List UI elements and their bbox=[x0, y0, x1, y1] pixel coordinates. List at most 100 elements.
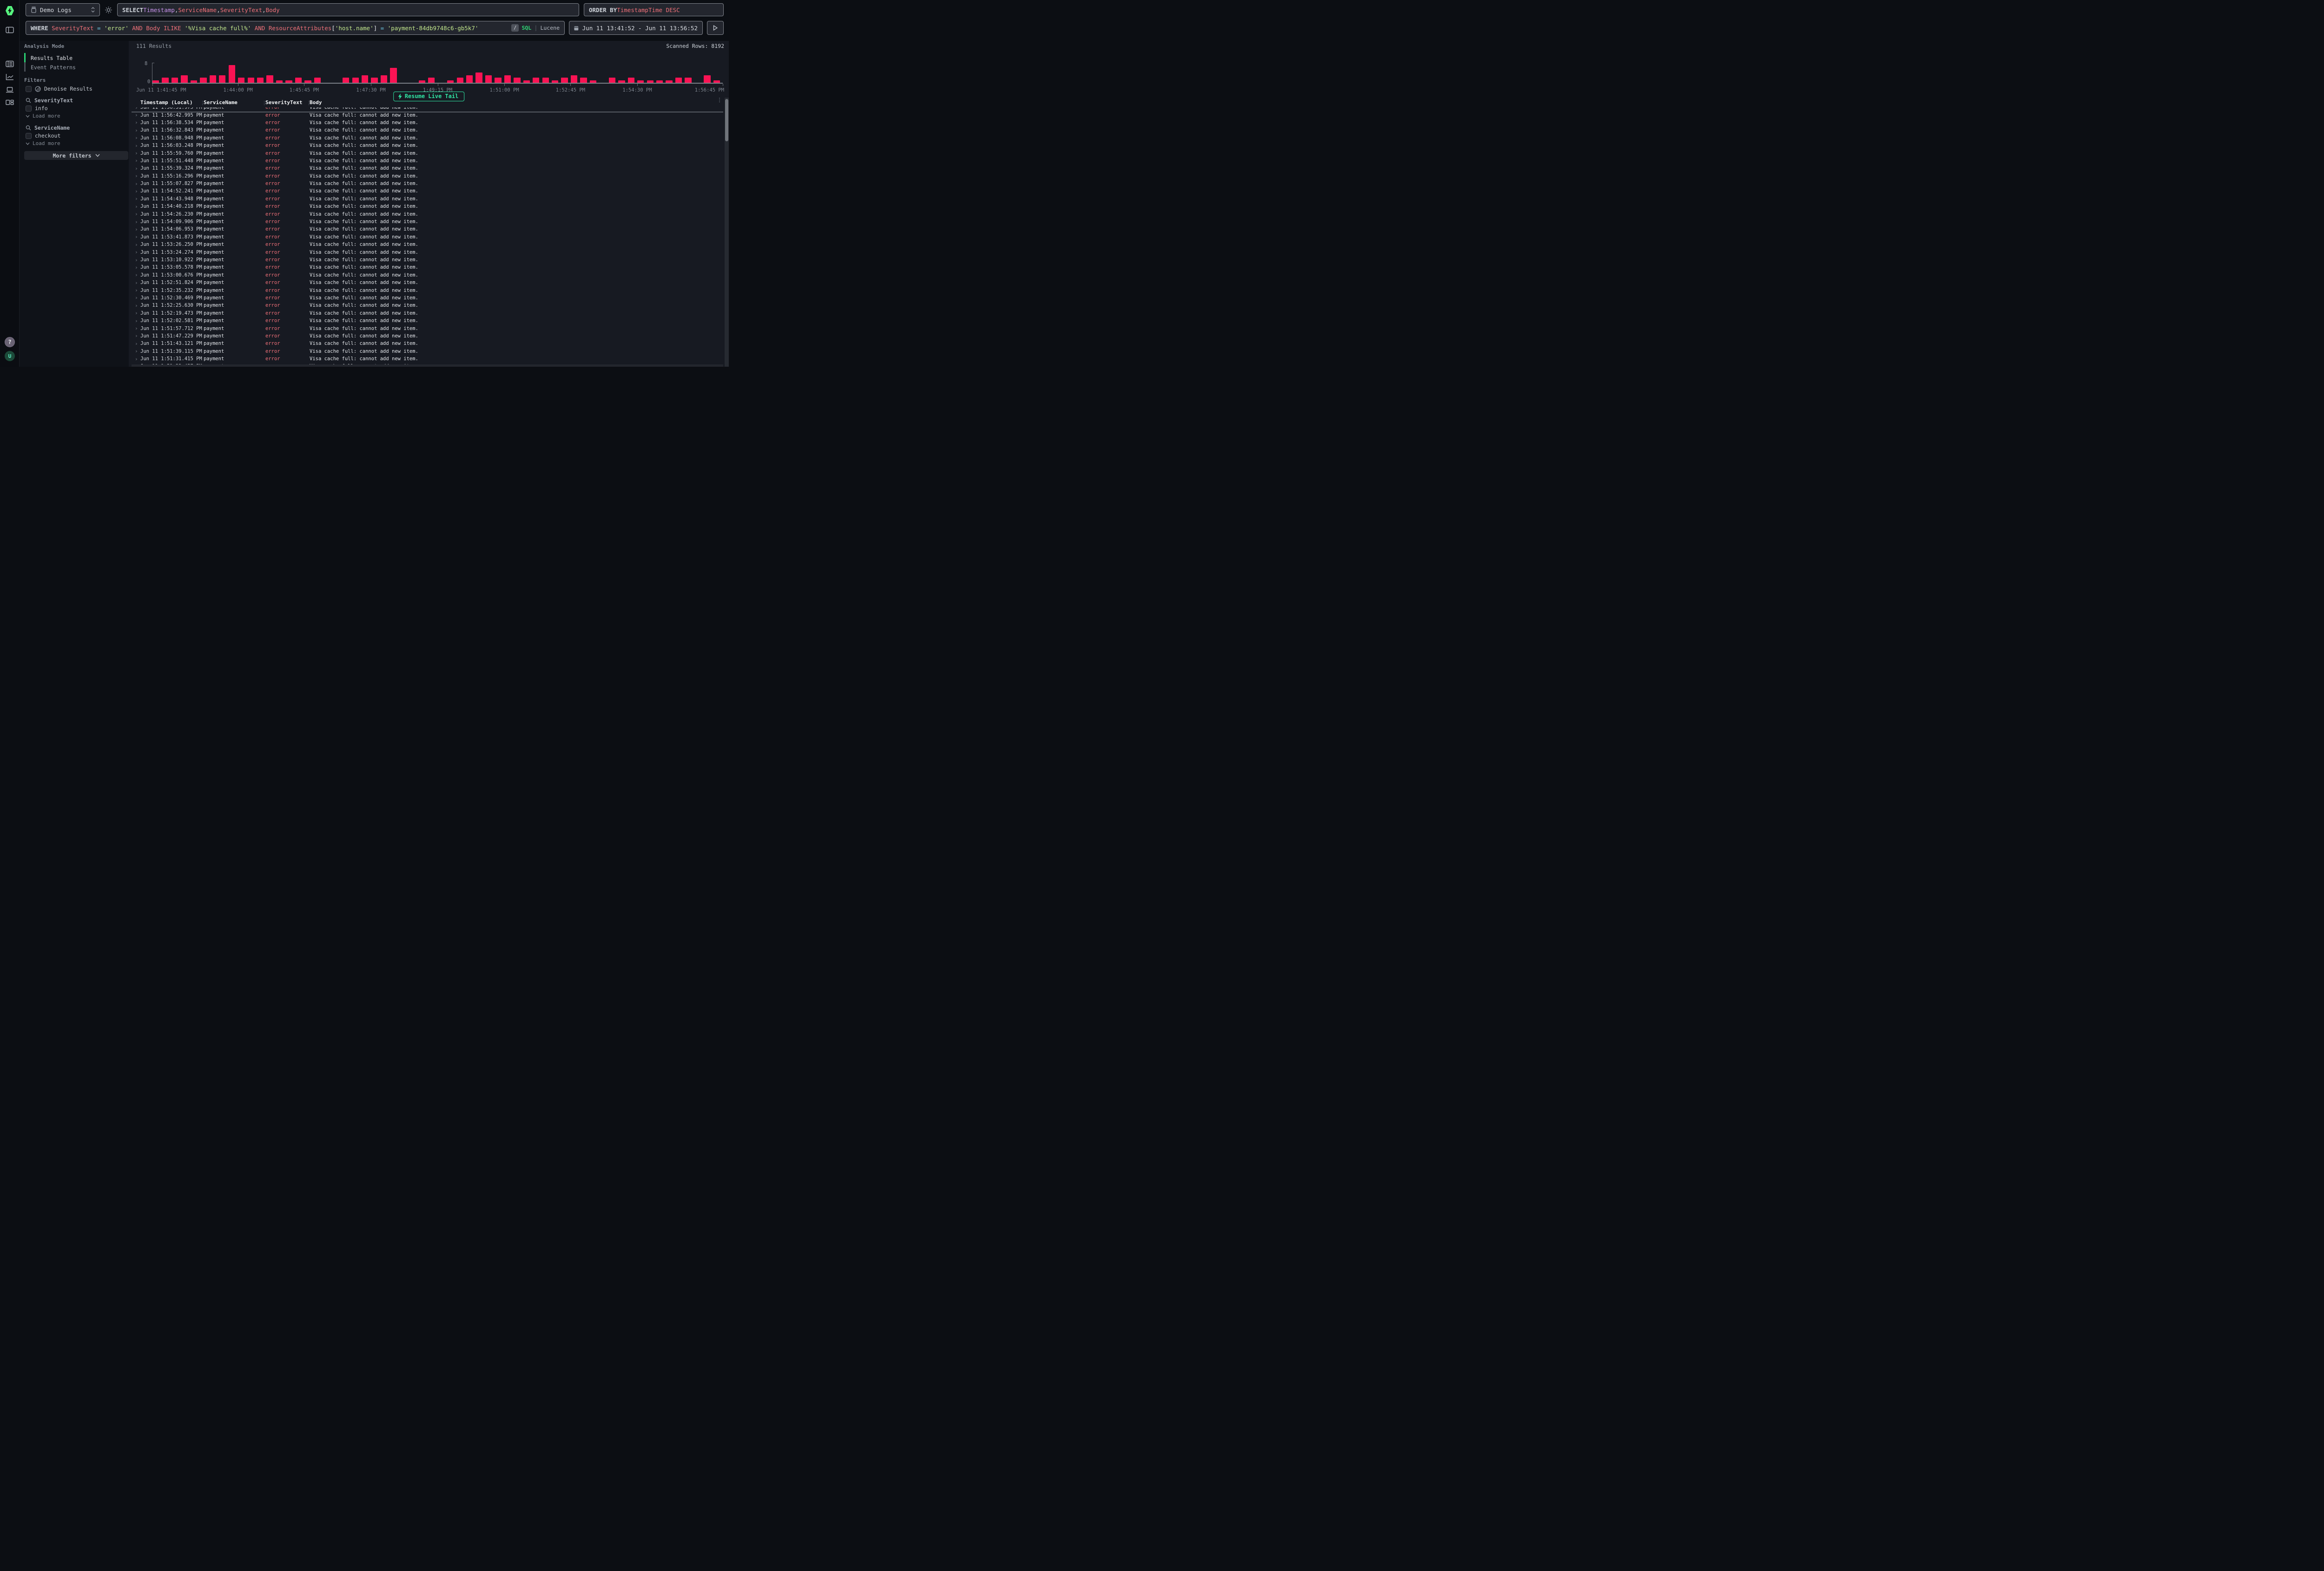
row-expand-chevron[interactable]: › bbox=[135, 196, 140, 202]
histogram-bar[interactable] bbox=[457, 78, 463, 83]
histogram-bar[interactable] bbox=[475, 73, 482, 83]
row-expand-chevron[interactable]: › bbox=[135, 135, 140, 141]
histogram-bar[interactable] bbox=[675, 78, 682, 83]
histogram-bar[interactable] bbox=[172, 78, 178, 83]
histogram-bar[interactable] bbox=[390, 68, 396, 83]
table-row[interactable]: ›Jun 11 1:54:40.218 PMpaymenterrorVisa c… bbox=[129, 203, 723, 210]
table-row[interactable]: ›Jun 11 1:52:30.469 PMpaymenterrorVisa c… bbox=[129, 294, 723, 302]
histogram-bar[interactable] bbox=[181, 75, 187, 83]
table-row[interactable]: ›Jun 11 1:53:26.250 PMpaymenterrorVisa c… bbox=[129, 241, 723, 248]
table-row[interactable]: ›Jun 11 1:52:35.232 PMpaymenterrorVisa c… bbox=[129, 286, 723, 294]
column-header-servicename[interactable]: ServiceName bbox=[204, 99, 265, 107]
table-row[interactable]: ›Jun 11 1:53:24.274 PMpaymenterrorVisa c… bbox=[129, 248, 723, 256]
row-expand-chevron[interactable]: › bbox=[135, 181, 140, 187]
histogram-bar[interactable] bbox=[219, 75, 225, 83]
table-row[interactable]: ›Jun 11 1:53:10.922 PMpaymenterrorVisa c… bbox=[129, 256, 723, 264]
search-logs-icon[interactable] bbox=[6, 60, 14, 67]
select-query-input[interactable]: SELECT Timestamp, ServiceName, SeverityT… bbox=[117, 3, 579, 16]
histogram-bar[interactable] bbox=[609, 78, 615, 83]
chart-explorer-icon[interactable] bbox=[6, 73, 14, 80]
histogram-bar[interactable] bbox=[229, 65, 235, 83]
vertical-scrollbar[interactable] bbox=[725, 98, 729, 367]
row-expand-chevron[interactable]: › bbox=[135, 127, 140, 133]
row-expand-chevron[interactable]: › bbox=[135, 158, 140, 164]
table-row[interactable]: ›Jun 11 1:51:57.712 PMpaymenterrorVisa c… bbox=[129, 324, 723, 332]
row-expand-chevron[interactable]: › bbox=[135, 280, 140, 286]
row-expand-chevron[interactable]: › bbox=[135, 204, 140, 210]
histogram-bar[interactable] bbox=[561, 78, 568, 83]
histogram-bar[interactable] bbox=[248, 78, 254, 83]
histogram-bar[interactable] bbox=[210, 75, 216, 83]
table-row[interactable]: ›Jun 11 1:55:07.827 PMpaymenterrorVisa c… bbox=[129, 180, 723, 187]
row-expand-chevron[interactable]: › bbox=[135, 219, 140, 225]
row-expand-chevron[interactable]: › bbox=[135, 264, 140, 271]
row-expand-chevron[interactable]: › bbox=[135, 303, 140, 309]
source-selector[interactable]: Demo Logs bbox=[26, 3, 100, 16]
sql-mode-option[interactable]: SQL bbox=[522, 25, 531, 31]
row-expand-chevron[interactable]: › bbox=[135, 234, 140, 240]
row-expand-chevron[interactable]: › bbox=[135, 356, 140, 362]
histogram-bar[interactable] bbox=[162, 78, 168, 83]
histogram-bar[interactable] bbox=[542, 78, 549, 83]
tab-event-patterns[interactable]: Event Patterns bbox=[31, 64, 76, 71]
row-expand-chevron[interactable]: › bbox=[135, 325, 140, 331]
row-expand-chevron[interactable]: › bbox=[135, 188, 140, 194]
table-row[interactable]: ›Jun 11 1:56:51.975 PMpaymenterrorVisa c… bbox=[129, 107, 723, 111]
histogram-bar[interactable] bbox=[343, 78, 349, 83]
histogram-bar[interactable] bbox=[466, 75, 473, 83]
help-button[interactable]: ? bbox=[5, 337, 15, 347]
sidebar-toggle-icon[interactable] bbox=[6, 26, 14, 33]
lucene-mode-option[interactable]: Lucene bbox=[540, 25, 560, 31]
run-query-button[interactable] bbox=[707, 21, 724, 35]
row-expand-chevron[interactable]: › bbox=[135, 318, 140, 324]
row-expand-chevron[interactable]: › bbox=[135, 257, 140, 263]
histogram-bar[interactable] bbox=[495, 78, 501, 83]
column-resize-handle[interactable]: ⋮ bbox=[306, 100, 311, 106]
dashboards-icon[interactable] bbox=[6, 99, 14, 106]
histogram-bar[interactable] bbox=[628, 78, 634, 83]
row-expand-chevron[interactable]: › bbox=[135, 211, 140, 217]
histogram-bar[interactable] bbox=[514, 78, 520, 83]
row-expand-chevron[interactable]: › bbox=[135, 173, 140, 179]
row-expand-chevron[interactable]: › bbox=[135, 143, 140, 149]
histogram-bar[interactable] bbox=[685, 78, 691, 83]
histogram-bar[interactable] bbox=[571, 75, 577, 83]
row-expand-chevron[interactable]: › bbox=[135, 287, 140, 293]
histogram-bar[interactable] bbox=[362, 75, 368, 83]
where-query-input[interactable]: WHERE SeverityText = 'error' AND Body IL… bbox=[26, 21, 565, 35]
histogram-bar[interactable] bbox=[266, 75, 273, 83]
sessions-laptop-icon[interactable] bbox=[6, 86, 14, 93]
table-row[interactable]: ›Jun 11 1:51:31.415 PMpaymenterrorVisa c… bbox=[129, 355, 723, 363]
row-expand-chevron[interactable]: › bbox=[135, 226, 140, 232]
load-more-servicename[interactable]: Load more bbox=[26, 140, 60, 146]
results-histogram[interactable]: 8 0 Jun 11 1:41:45 PM1:44:00 PM1:45:45 P… bbox=[129, 50, 729, 79]
row-expand-chevron[interactable]: › bbox=[135, 165, 140, 172]
histogram-bar[interactable] bbox=[704, 75, 710, 83]
histogram-bar[interactable] bbox=[200, 78, 206, 83]
time-range-picker[interactable]: Jun 11 13:41:52 - Jun 11 13:56:52 bbox=[569, 21, 703, 35]
table-row[interactable]: ›Jun 11 1:53:00.676 PMpaymenterrorVisa c… bbox=[129, 271, 723, 279]
table-row[interactable]: ›Jun 11 1:56:08.948 PMpaymenterrorVisa c… bbox=[129, 134, 723, 142]
table-row[interactable]: ›Jun 11 1:52:02.581 PMpaymenterrorVisa c… bbox=[129, 317, 723, 324]
table-row[interactable]: ›Jun 11 1:52:25.630 PMpaymenterrorVisa c… bbox=[129, 302, 723, 309]
sql-lucene-toggle[interactable]: / SQL | Lucene bbox=[511, 24, 560, 32]
row-expand-chevron[interactable]: › bbox=[135, 119, 140, 125]
more-filters-button[interactable]: More filters bbox=[24, 151, 128, 160]
column-resize-handle[interactable]: ⋮ bbox=[200, 100, 205, 106]
table-row[interactable]: ›Jun 11 1:52:19.473 PMpaymenterrorVisa c… bbox=[129, 310, 723, 317]
row-expand-chevron[interactable]: › bbox=[135, 107, 140, 111]
table-row[interactable]: ›Jun 11 1:56:38.534 PMpaymenterrorVisa c… bbox=[129, 119, 723, 126]
table-row[interactable]: ›Jun 11 1:54:52.241 PMpaymenterrorVisa c… bbox=[129, 187, 723, 195]
histogram-bar[interactable] bbox=[371, 78, 377, 83]
info-checkbox[interactable] bbox=[26, 106, 32, 112]
table-row[interactable]: ›Jun 11 1:56:32.843 PMpaymenterrorVisa c… bbox=[129, 126, 723, 134]
order-by-input[interactable]: ORDER BY TimestampTime DESC bbox=[584, 3, 724, 16]
table-row[interactable]: ›Jun 11 1:51:43.121 PMpaymenterrorVisa c… bbox=[129, 340, 723, 347]
row-expand-chevron[interactable]: › bbox=[135, 295, 140, 301]
app-logo[interactable] bbox=[6, 6, 14, 15]
histogram-bar[interactable] bbox=[238, 78, 244, 83]
resume-live-tail-button[interactable]: Resume Live Tail bbox=[393, 92, 465, 101]
tab-results-table[interactable]: Results Table bbox=[31, 55, 73, 61]
histogram-bar[interactable] bbox=[580, 78, 587, 83]
histogram-bar[interactable] bbox=[314, 78, 321, 83]
